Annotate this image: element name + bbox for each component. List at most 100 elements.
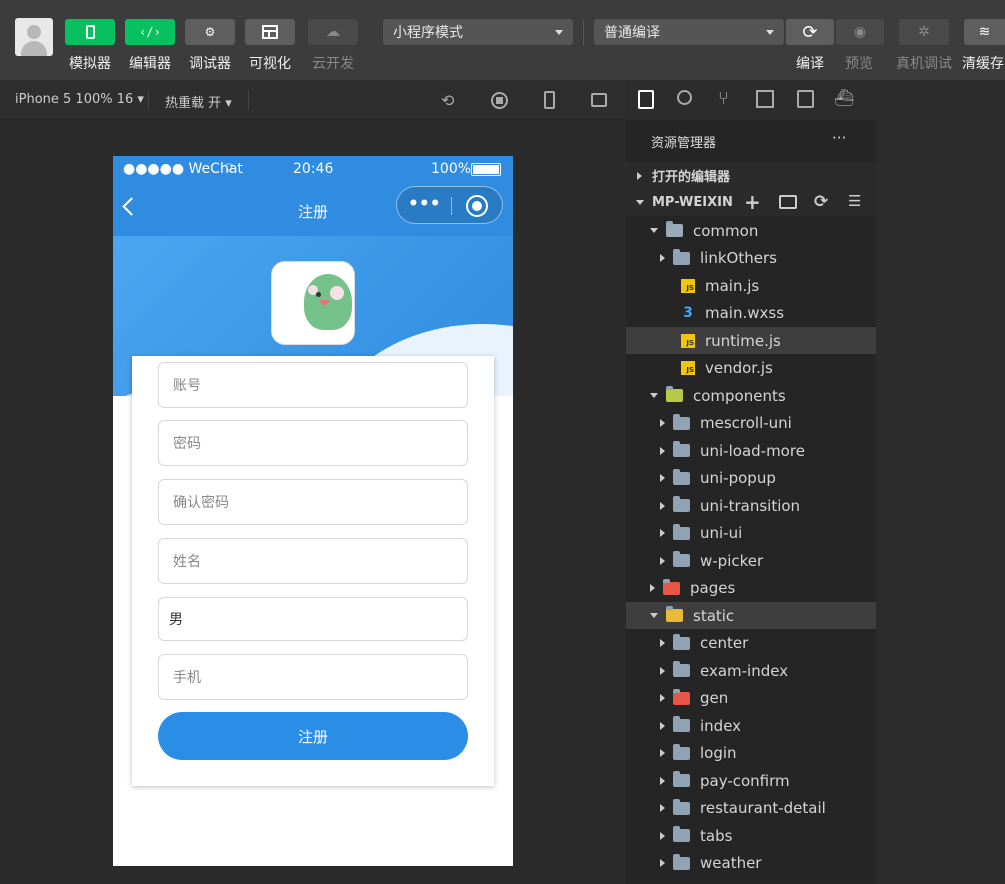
phone-input[interactable]: 手机 — [158, 654, 468, 700]
register-button[interactable]: 注册 — [158, 712, 468, 760]
tree-item[interactable]: restaurant-detail — [626, 795, 876, 822]
wifi-icon: ⌔ — [223, 161, 236, 176]
tree-item[interactable]: components — [626, 382, 876, 409]
chevron-right-icon — [660, 254, 665, 262]
js-file-icon: JS — [681, 278, 695, 293]
chevron-right-icon — [660, 749, 665, 757]
chevron-right-icon — [660, 446, 665, 455]
phone-icon[interactable] — [544, 91, 555, 109]
cloud-button[interactable]: ☁ — [308, 19, 358, 45]
tree-item[interactable]: static — [626, 602, 876, 629]
nav-bar: 注册 ••• — [113, 184, 513, 236]
save-icon[interactable] — [797, 90, 814, 108]
simulator-toggle-button[interactable] — [65, 19, 115, 45]
tree-item[interactable]: 3 main.wxss — [626, 300, 876, 327]
tree-item[interactable]: gen — [626, 685, 876, 712]
tree-item[interactable]: index — [626, 712, 876, 739]
editor-toggle-button[interactable]: ‹/› — [125, 19, 175, 45]
tree-item-label: mescroll-uni — [700, 414, 792, 432]
more-icon[interactable]: ••• — [408, 194, 441, 214]
compile-button[interactable]: ⟳ — [786, 19, 834, 45]
tree-item-label: exam-index — [700, 661, 789, 680]
tree-item[interactable]: center — [626, 630, 876, 657]
collapse-icon[interactable]: ☰ — [848, 192, 861, 210]
docker-icon[interactable]: ⛴ — [834, 88, 854, 107]
editor-area — [876, 80, 1005, 884]
tree-item[interactable]: pages — [626, 575, 876, 602]
mode-select[interactable]: 小程序模式 — [383, 19, 573, 45]
tree-item-label: w-picker — [700, 551, 764, 570]
tree-item-label: main.js — [705, 276, 760, 295]
hot-reload-select[interactable]: 热重载 开 ▾ — [165, 92, 232, 111]
rotate-icon[interactable]: ⟲ — [441, 91, 454, 110]
project-label: MP-WEIXIN — [652, 195, 733, 210]
open-editors-section[interactable]: 打开的编辑器 — [626, 162, 876, 189]
tree-item-label: login — [700, 744, 737, 762]
confirm-password-input[interactable]: 确认密码 — [158, 479, 468, 525]
divider — [583, 20, 584, 46]
layout-icon — [262, 25, 278, 39]
compile-select[interactable]: 普通编译 — [594, 19, 784, 45]
chevron-right-icon — [660, 694, 665, 702]
tree-item[interactable]: tabs — [626, 822, 876, 849]
explorer-more-button[interactable]: ··· — [832, 129, 846, 147]
tree-item-label: restaurant-detail — [700, 799, 826, 817]
tree-item[interactable]: login — [626, 740, 876, 767]
tree-item[interactable]: w-picker — [626, 547, 876, 574]
stop-icon[interactable] — [491, 92, 508, 109]
password-placeholder: 密码 — [173, 436, 201, 452]
tree-item[interactable]: uni-popup — [626, 465, 876, 492]
tree-item[interactable]: common — [626, 217, 876, 244]
tree-item[interactable]: weather — [626, 850, 876, 877]
tree-item[interactable]: uni-ui — [626, 520, 876, 547]
tree-item[interactable]: pay-confirm — [626, 767, 876, 794]
tree-item[interactable]: exam-index — [626, 657, 876, 684]
search-icon[interactable] — [677, 90, 692, 105]
device-select[interactable]: iPhone 5 100% 16 ▾ — [15, 92, 144, 107]
layers-icon: ≋ — [978, 24, 991, 40]
new-file-icon[interactable]: + — [744, 190, 761, 214]
password-input[interactable]: 密码 — [158, 420, 468, 466]
chevron-right-icon — [660, 804, 665, 812]
status-bar: ●●●●● WeChat ⌔ 20:46 100% — [113, 156, 513, 184]
tree-item[interactable]: linkOthers — [626, 245, 876, 272]
avatar[interactable] — [15, 18, 53, 56]
tree-item[interactable]: uni-transition — [626, 492, 876, 519]
files-icon[interactable] — [638, 90, 654, 109]
chevron-right-icon — [637, 171, 642, 180]
new-folder-icon[interactable] — [779, 195, 797, 209]
folder-icon — [673, 413, 690, 430]
refresh-icon[interactable]: ⟳ — [814, 192, 828, 212]
phone-placeholder: 手机 — [173, 670, 201, 686]
divider — [148, 90, 149, 110]
tree-item[interactable]: uni-load-more — [626, 437, 876, 464]
gender-picker[interactable]: 男 — [158, 597, 468, 641]
close-capsule-icon[interactable] — [466, 195, 488, 217]
simulator-subbar: iPhone 5 100% 16 ▾ 热重载 开 ▾ ⟲ — [0, 80, 626, 120]
account-input[interactable]: 账号 — [158, 362, 468, 408]
tree-item-label: gen — [700, 689, 729, 707]
js-file-icon: JS — [681, 333, 695, 348]
project-section[interactable]: MP-WEIXIN + ⟳ ☰ — [626, 189, 876, 216]
clear-cache-button[interactable]: ≋ — [964, 19, 1005, 45]
preview-button[interactable]: ◉ — [836, 19, 884, 45]
extensions-icon[interactable] — [756, 90, 774, 108]
debugger-toggle-button[interactable]: ⚙ — [185, 19, 235, 45]
capsule-menu[interactable]: ••• — [396, 186, 503, 224]
tree-item[interactable]: JS vendor.js — [626, 355, 876, 382]
clear-cache-label: 清缓存 — [962, 56, 1004, 72]
source-control-icon[interactable]: ⑂ — [718, 88, 729, 109]
confirm-password-placeholder: 确认密码 — [173, 495, 229, 511]
tree-item-label: center — [700, 634, 749, 652]
tree-item[interactable]: JS main.js — [626, 272, 876, 299]
visual-toggle-button[interactable] — [245, 19, 295, 45]
chevron-down-icon — [766, 30, 774, 35]
window-icon[interactable] — [591, 93, 607, 107]
tree-item-label: tabs — [700, 826, 733, 845]
eye-icon: ◉ — [853, 24, 867, 40]
tree-item[interactable]: mescroll-uni — [626, 410, 876, 437]
folder-icon — [666, 221, 683, 237]
name-input[interactable]: 姓名 — [158, 538, 468, 584]
real-debug-button[interactable]: ✲ — [899, 19, 949, 45]
tree-item[interactable]: JS runtime.js — [626, 327, 876, 354]
